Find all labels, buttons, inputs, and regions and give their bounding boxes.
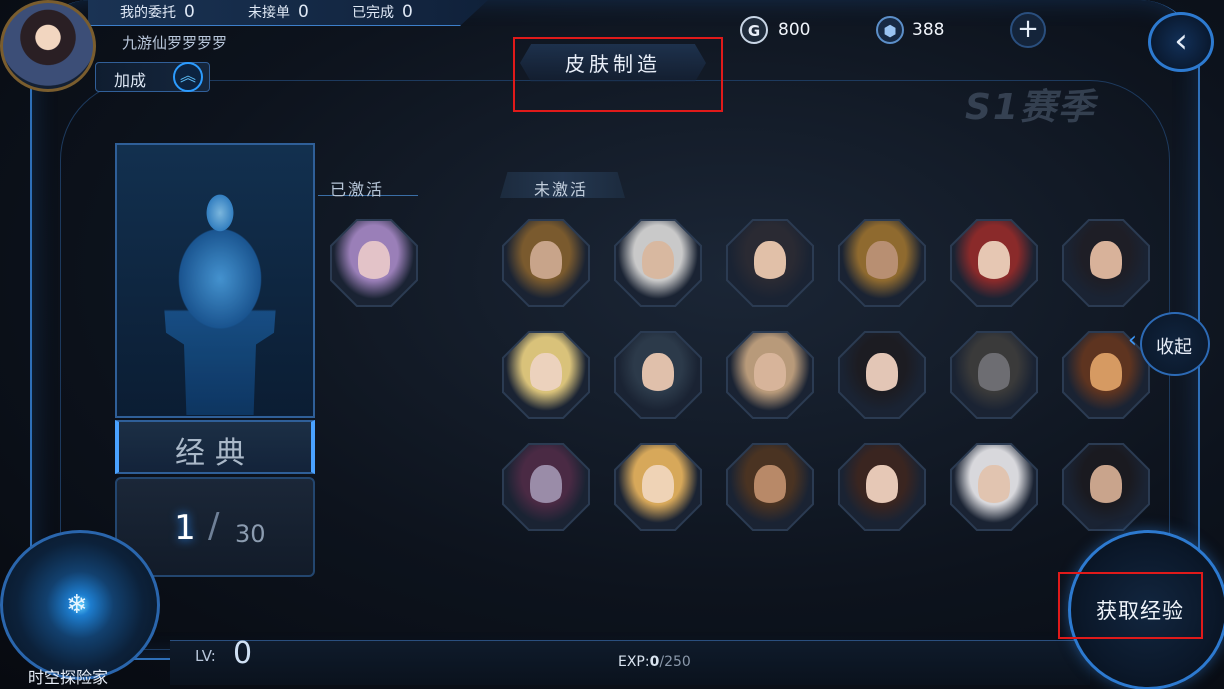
- skin-portrait: [504, 445, 588, 529]
- exp-current: 0: [649, 654, 660, 670]
- skin-face: [358, 241, 390, 283]
- back-button[interactable]: ‹: [1148, 12, 1214, 72]
- add-currency-button[interactable]: +: [1010, 12, 1046, 48]
- skin-face: [1090, 241, 1122, 283]
- cube-gem-icon: ⬢: [876, 16, 904, 44]
- skin-portrait: [728, 445, 812, 529]
- skin-face: [866, 241, 898, 283]
- skin-portrait: [616, 221, 700, 305]
- skin-portrait: [840, 221, 924, 305]
- skin-face: [530, 241, 562, 283]
- skin-tile[interactable]: [614, 331, 702, 419]
- gold-coin-icon: G: [740, 16, 768, 44]
- season-watermark: S1赛季: [965, 87, 1096, 128]
- highlight-box-gain-exp: [1058, 572, 1203, 639]
- skin-face: [642, 465, 674, 507]
- gold-amount: 800: [778, 20, 811, 40]
- skin-face: [754, 465, 786, 507]
- mission-count: 0: [402, 2, 413, 22]
- snowflake-rune-icon: ❄: [66, 590, 88, 620]
- skin-name: 经典: [175, 436, 255, 471]
- skin-tile[interactable]: [726, 331, 814, 419]
- skin-portrait: [728, 221, 812, 305]
- activated-skin-tile[interactable]: [330, 219, 418, 307]
- collected-count: 1: [174, 508, 196, 548]
- skin-face: [642, 353, 674, 395]
- mission-completed[interactable]: 已完成 0: [352, 2, 413, 22]
- chevron-up-icon[interactable]: ︽: [173, 62, 203, 92]
- missions-bar: 我的委托 0 未接单 0 已完成 0: [88, 0, 488, 26]
- skin-face: [642, 241, 674, 283]
- skin-tile[interactable]: [838, 219, 926, 307]
- mission-unaccepted[interactable]: 未接单 0: [248, 2, 309, 22]
- skin-portrait: [1064, 445, 1148, 529]
- skin-portrait: [840, 445, 924, 529]
- mission-label: 我的委托: [120, 5, 176, 21]
- skin-tile[interactable]: [502, 443, 590, 531]
- skin-portrait: [504, 221, 588, 305]
- skin-portrait: [952, 445, 1036, 529]
- exp-max: 250: [664, 654, 691, 670]
- skin-face: [1090, 465, 1122, 507]
- skin-portrait: [1064, 221, 1148, 305]
- skin-portrait: [728, 333, 812, 417]
- exp-readout: EXP:0/250: [618, 654, 691, 670]
- skin-portrait: [840, 333, 924, 417]
- chevron-left-icon: ‹: [1128, 328, 1137, 353]
- tab-not-activated-label: 未激活: [534, 180, 589, 199]
- gem-amount: 388: [912, 20, 945, 40]
- count-separator: /: [208, 506, 220, 546]
- mission-label: 已完成: [352, 5, 394, 21]
- skin-tile[interactable]: [614, 219, 702, 307]
- avatar[interactable]: [0, 0, 96, 92]
- highlight-box-title: [513, 37, 723, 112]
- skin-face: [1090, 353, 1122, 395]
- skin-tile[interactable]: [726, 443, 814, 531]
- skin-portrait: [504, 333, 588, 417]
- skin-face: [866, 465, 898, 507]
- collapse-label: 收起: [1156, 337, 1192, 358]
- exp-label: EXP:: [618, 654, 650, 670]
- skin-tile[interactable]: [502, 331, 590, 419]
- skin-face: [530, 465, 562, 507]
- skin-portrait: [952, 333, 1036, 417]
- skin-tile[interactable]: [614, 443, 702, 531]
- skin-tile[interactable]: [502, 219, 590, 307]
- skin-tile[interactable]: [838, 443, 926, 531]
- skin-portrait: [616, 445, 700, 529]
- skin-portrait: [616, 333, 700, 417]
- bonus-label: 加成: [114, 71, 147, 90]
- skin-face: [978, 241, 1010, 283]
- mission-count: 0: [298, 2, 309, 22]
- mission-count: 0: [184, 2, 195, 22]
- skin-face: [978, 353, 1010, 395]
- skin-face: [866, 353, 898, 395]
- skin-tile[interactable]: [838, 331, 926, 419]
- skin-face: [978, 465, 1010, 507]
- tab-activated-label: 已激活: [330, 180, 385, 199]
- mission-my-commissions[interactable]: 我的委托 0: [120, 2, 195, 22]
- player-name: 九游仙罗罗罗罗: [122, 34, 228, 52]
- total-count: 30: [235, 520, 266, 548]
- skin-portrait: [332, 221, 416, 305]
- level-label: LV:: [195, 647, 216, 665]
- exp-max-wrap: /250: [659, 654, 691, 670]
- skin-face: [530, 353, 562, 395]
- skin-tile[interactable]: [726, 219, 814, 307]
- plus-icon: +: [1017, 14, 1039, 44]
- skin-face: [754, 353, 786, 395]
- chevron-left-icon: ‹: [1174, 21, 1188, 61]
- skin-face: [754, 241, 786, 283]
- mission-label: 未接单: [248, 5, 290, 21]
- skin-portrait: [952, 221, 1036, 305]
- level-value: 0: [233, 636, 253, 671]
- explorer-label: 时空探险家: [28, 668, 109, 687]
